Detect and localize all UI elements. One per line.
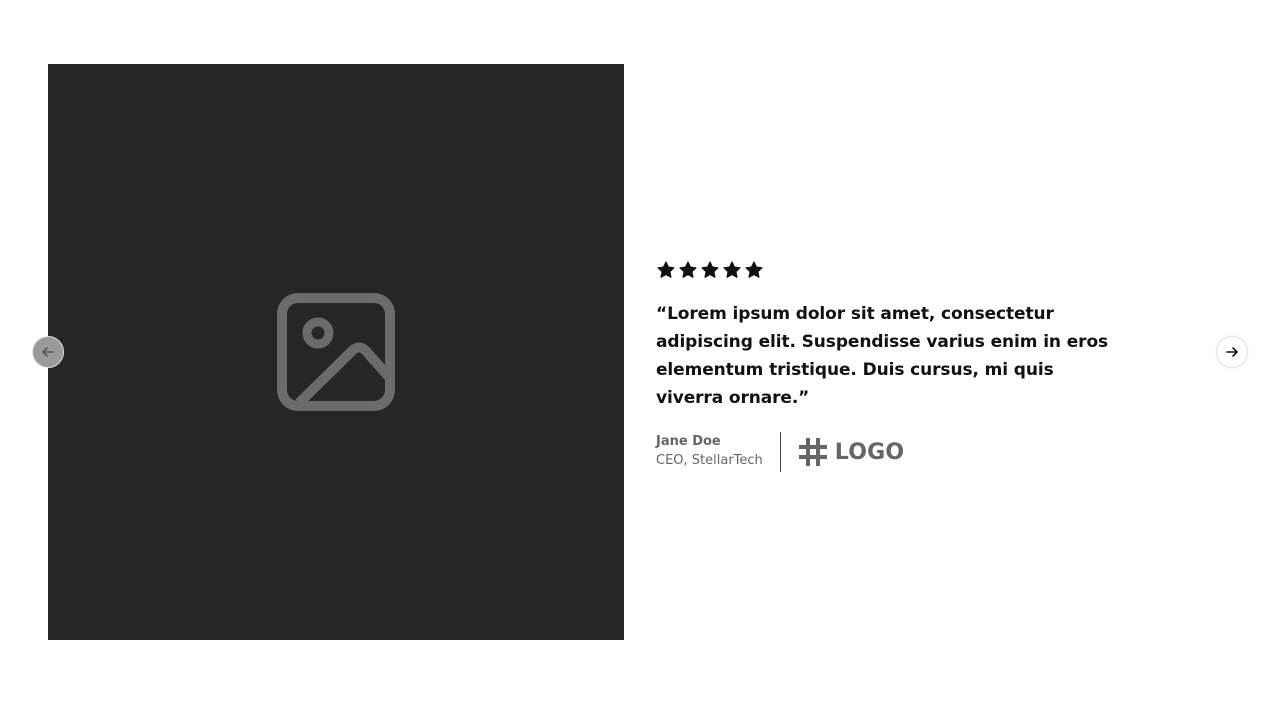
star-icon [679,261,697,278]
star-icon [657,261,675,278]
hash-icon [798,438,827,466]
testimonial-section: “Lorem ipsum dolor sit amet, consectetur… [0,0,1280,704]
testimonial-image [48,64,624,640]
author-info: Jane Doe CEO, StellarTech [656,433,763,471]
company-logo: LOGO [797,436,905,468]
logo-text: LOGO [834,439,905,465]
testimonial-content: “Lorem ipsum dolor sit amet, consectetur… [656,258,1126,472]
author-name: Jane Doe [656,434,721,449]
star-icon [723,261,741,278]
previous-slide-button[interactable] [32,336,64,368]
divider [779,432,781,472]
star-icon [701,261,719,278]
next-slide-button[interactable] [1216,336,1248,368]
testimonial-quote: “Lorem ipsum dolor sit amet, consectetur… [656,304,1109,408]
author-row: Jane Doe CEO, StellarTech LOGO [656,432,1126,472]
arrow-right-icon [1226,347,1238,357]
star-rating [656,258,1126,282]
author-role: CEO, StellarTech [656,453,763,468]
star-icon [745,261,763,278]
image-placeholder-icon [277,293,395,411]
arrow-left-icon [42,347,54,357]
